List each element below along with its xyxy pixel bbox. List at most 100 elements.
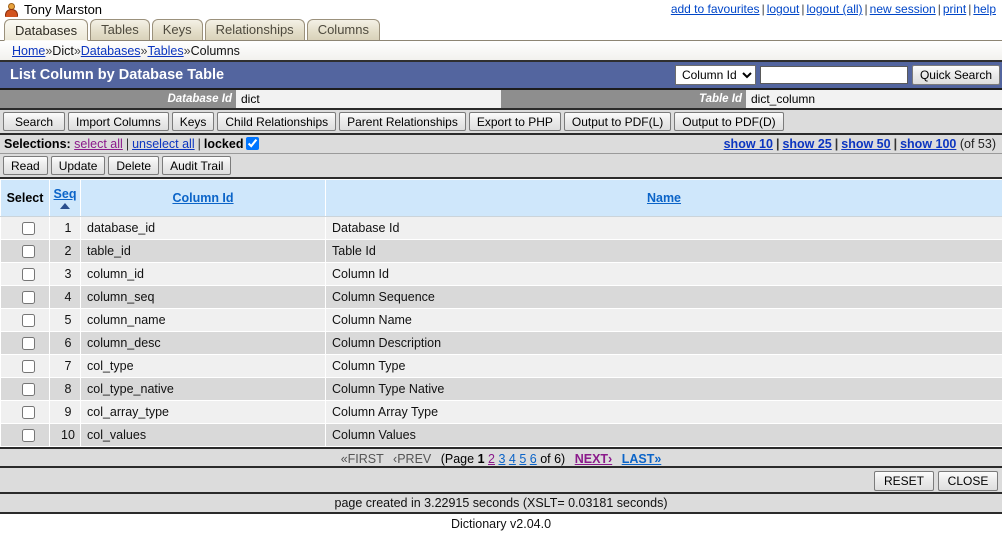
row-seq-cell: 7 (49, 354, 81, 378)
table-row: 4 column_seq Column Sequence (0, 285, 1002, 309)
page-2-link[interactable]: 2 (488, 452, 495, 466)
audit-trail-button[interactable]: Audit Trail (162, 156, 232, 175)
quick-search-field-select[interactable]: Column Id (674, 65, 756, 85)
sort-column-id-link[interactable]: Column Id (172, 191, 233, 205)
parent-relationships-button[interactable]: Parent Relationships (339, 112, 466, 131)
row-select-checkbox[interactable] (21, 314, 35, 328)
column-header-seq[interactable]: Seq (49, 179, 81, 217)
link-sep: | (801, 2, 805, 16)
breadcrumb-item-home[interactable]: Home (12, 44, 45, 58)
show-links: show 10 | show 25 | show 50 | show 100 (of 53) (724, 135, 996, 154)
child-relationships-button[interactable]: Child Relationships (217, 112, 337, 131)
output-to-pdf-d-button[interactable]: Output to PDF(D) (674, 112, 784, 131)
row-select-checkbox[interactable] (21, 383, 35, 397)
link-sep: | (937, 2, 941, 16)
breadcrumb-separator: » (140, 44, 148, 58)
link-logout[interactable]: logout (767, 2, 800, 16)
row-select-cell (0, 216, 50, 240)
row-select-cell (0, 423, 50, 447)
key-fields-row: Database Id dict Table Id dict_column (0, 90, 1002, 110)
sort-seq-link[interactable]: Seq (54, 187, 77, 201)
page-titlebar: List Column by Database Table Column Id … (0, 62, 1002, 90)
tab-keys[interactable]: Keys (151, 19, 203, 40)
update-button[interactable]: Update (50, 156, 106, 175)
row-seq-cell: 5 (49, 308, 81, 332)
row-select-checkbox[interactable] (21, 268, 35, 282)
row-select-checkbox[interactable] (21, 337, 35, 351)
export-to-php-button[interactable]: Export to PHP (468, 112, 561, 131)
page-4-link[interactable]: 4 (509, 452, 516, 466)
row-select-checkbox[interactable] (21, 429, 35, 443)
read-button[interactable]: Read (3, 156, 48, 175)
key-value-table-id: dict_column (746, 90, 1002, 108)
link-print[interactable]: print (943, 2, 966, 16)
show-sep: | (893, 137, 898, 151)
row-select-checkbox[interactable] (21, 291, 35, 305)
link-add-to-favourites[interactable]: add to favourites (671, 2, 760, 16)
table-row: 1 database_id Database Id (0, 216, 1002, 240)
breadcrumb-item-tables[interactable]: Tables (148, 44, 184, 58)
row-seq-cell: 3 (49, 262, 81, 286)
status-bar: page created in 3.22915 seconds (XSLT= 0… (0, 494, 1002, 514)
app-window: Tony Marston add to favourites | logout | lo… (0, 0, 1002, 555)
tab-tables[interactable]: Tables (90, 19, 150, 40)
column-header-column-id[interactable]: Column Id (80, 179, 326, 217)
column-header-name[interactable]: Name (325, 179, 1002, 217)
page-current-label: 1 (477, 452, 485, 466)
show-25-link[interactable]: show 25 (782, 137, 831, 151)
key-field-table-id: Table Id dict_column (501, 90, 1002, 108)
breadcrumb-item-dict: Dict (52, 44, 74, 58)
page-5-link[interactable]: 5 (519, 452, 526, 466)
page-6-link[interactable]: 6 (530, 452, 537, 466)
reset-button[interactable]: RESET (874, 471, 934, 491)
link-logout-all[interactable]: logout (all) (807, 2, 863, 16)
row-column-id-cell: database_id (80, 216, 326, 240)
row-name-cell: Column Type Native (325, 377, 1002, 401)
breadcrumb-item-databases[interactable]: Databases (81, 44, 141, 58)
row-select-checkbox[interactable] (21, 360, 35, 374)
tab-bar: Databases Tables Keys Relationships Columns (0, 19, 1002, 41)
keys-button[interactable]: Keys (171, 112, 215, 131)
data-grid: Select Seq Column Id Name 1 database_id Da… (0, 179, 1002, 447)
quick-search-input[interactable] (759, 66, 908, 84)
row-name-cell: Column Id (325, 262, 1002, 286)
quick-search-area: Column Id Quick Search (674, 65, 1000, 85)
tab-databases[interactable]: Databases (4, 19, 89, 41)
link-help[interactable]: help (973, 2, 996, 16)
locked-checkbox[interactable] (246, 137, 260, 150)
table-row: 9 col_array_type Column Array Type (0, 400, 1002, 424)
row-select-cell (0, 400, 50, 424)
selections-label: Selections: (4, 137, 71, 151)
row-seq-cell: 4 (49, 285, 81, 309)
key-label-table-id: Table Id (501, 90, 746, 108)
user-block: Tony Marston (4, 1, 102, 18)
row-name-cell: Table Id (325, 239, 1002, 263)
row-select-checkbox[interactable] (21, 245, 35, 259)
page-next-link[interactable]: NEXT› (575, 452, 613, 466)
page-3-link[interactable]: 3 (498, 452, 505, 466)
show-10-link[interactable]: show 10 (724, 137, 773, 151)
select-all-link[interactable]: select all (74, 137, 123, 151)
breadcrumb: Home»Dict»Databases»Tables»Columns (0, 41, 1002, 62)
row-select-checkbox[interactable] (21, 222, 35, 236)
tab-relationships[interactable]: Relationships (204, 19, 305, 40)
sort-name-link[interactable]: Name (647, 191, 681, 205)
page-last-link[interactable]: LAST» (622, 452, 662, 466)
quick-search-button[interactable]: Quick Search (911, 65, 1000, 85)
search-button[interactable]: Search (3, 112, 65, 131)
show-100-link[interactable]: show 100 (900, 137, 956, 151)
import-columns-button[interactable]: Import Columns (68, 112, 169, 131)
close-button[interactable]: CLOSE (938, 471, 998, 491)
row-column-id-cell: column_name (80, 308, 326, 332)
row-select-checkbox[interactable] (21, 406, 35, 420)
username-label: Tony Marston (24, 2, 103, 17)
table-row: 8 col_type_native Column Type Native (0, 377, 1002, 401)
table-row: 10 col_values Column Values (0, 423, 1002, 447)
output-to-pdf-l-button[interactable]: Output to PDF(L) (563, 112, 672, 131)
unselect-all-link[interactable]: unselect all (132, 137, 195, 151)
tab-columns[interactable]: Columns (306, 19, 380, 40)
table-row: 3 column_id Column Id (0, 262, 1002, 286)
show-50-link[interactable]: show 50 (841, 137, 890, 151)
link-new-session[interactable]: new session (870, 2, 936, 16)
delete-button[interactable]: Delete (108, 156, 160, 175)
